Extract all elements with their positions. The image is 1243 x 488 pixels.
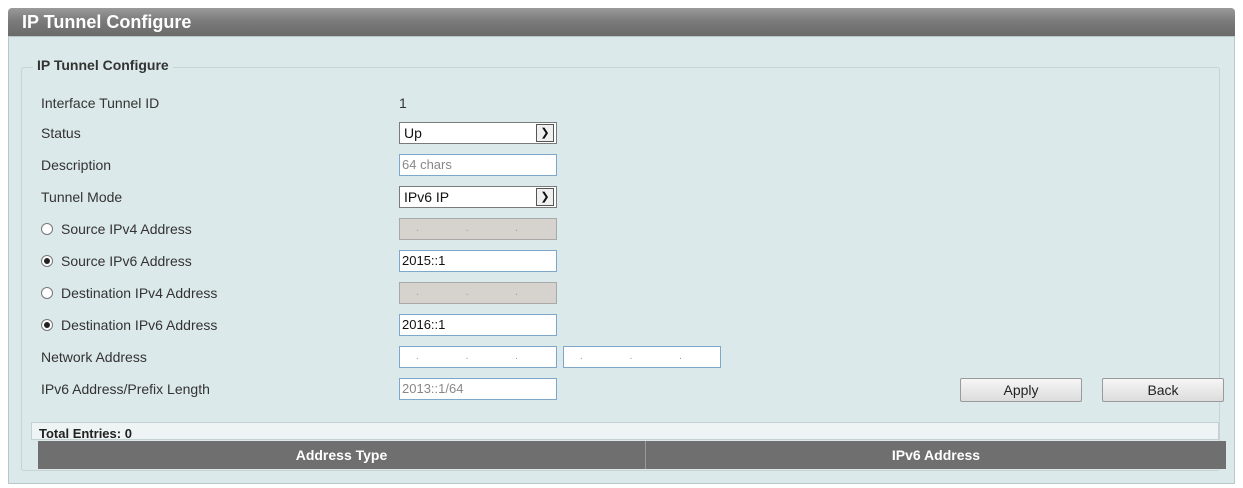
total-entries: Total Entries: 0 bbox=[39, 426, 132, 441]
back-button[interactable]: Back bbox=[1102, 378, 1224, 402]
status-select[interactable]: Up ❯ bbox=[399, 122, 557, 144]
config-fieldset bbox=[21, 67, 1220, 471]
destination-ipv4-input[interactable]: . . . bbox=[399, 282, 557, 304]
chevron-down-icon: ❯ bbox=[536, 124, 554, 142]
destination-ipv4-value: . . . bbox=[416, 287, 540, 298]
source-ipv6-radio[interactable] bbox=[41, 255, 53, 267]
destination-ipv6-label: Destination IPv6 Address bbox=[61, 317, 218, 333]
source-ipv6-label: Source IPv6 Address bbox=[61, 253, 192, 269]
table-header-address-type: Address Type bbox=[38, 441, 646, 469]
source-ipv4-radio[interactable] bbox=[41, 223, 53, 235]
tunnel-mode-select[interactable]: IPv6 IP ❯ bbox=[399, 186, 557, 208]
main-panel: IP Tunnel Configure Interface Tunnel ID … bbox=[8, 36, 1235, 484]
title-bar: IP Tunnel Configure bbox=[8, 8, 1235, 36]
network-mask-value: . . . bbox=[580, 351, 704, 362]
description-input[interactable]: 64 chars bbox=[399, 154, 557, 176]
network-address-value: . . . bbox=[416, 351, 540, 362]
interface-tunnel-id-value: 1 bbox=[399, 95, 407, 111]
chevron-down-icon: ❯ bbox=[536, 188, 554, 206]
tunnel-mode-select-value: IPv6 IP bbox=[404, 189, 450, 205]
ipv6-prefix-label: IPv6 Address/Prefix Length bbox=[41, 381, 210, 397]
source-ipv4-input[interactable]: . . . bbox=[399, 218, 557, 240]
source-ipv4-label: Source IPv4 Address bbox=[61, 221, 192, 237]
status-select-value: Up bbox=[404, 125, 422, 141]
destination-ipv4-radio[interactable] bbox=[41, 287, 53, 299]
ipv6-prefix-input[interactable]: 2013::1/64 bbox=[399, 378, 557, 400]
entries-bar bbox=[31, 422, 1219, 440]
destination-ipv6-input[interactable]: 2016::1 bbox=[399, 314, 557, 336]
tunnel-mode-label: Tunnel Mode bbox=[41, 189, 123, 205]
network-address-input[interactable]: . . . bbox=[399, 346, 557, 368]
destination-ipv4-label: Destination IPv4 Address bbox=[61, 285, 218, 301]
table-header-ipv6-address: IPv6 Address bbox=[646, 441, 1226, 469]
description-label: Description bbox=[41, 157, 112, 173]
status-label: Status bbox=[41, 125, 81, 141]
section-legend: IP Tunnel Configure bbox=[33, 57, 173, 73]
destination-ipv6-radio[interactable] bbox=[41, 319, 53, 331]
network-mask-input[interactable]: . . . bbox=[563, 346, 721, 368]
network-address-label: Network Address bbox=[41, 349, 147, 365]
page-title: IP Tunnel Configure bbox=[22, 12, 192, 32]
source-ipv4-value: . . . bbox=[416, 223, 540, 234]
source-ipv6-input[interactable]: 2015::1 bbox=[399, 250, 557, 272]
interface-tunnel-id-label: Interface Tunnel ID bbox=[41, 95, 160, 111]
apply-button[interactable]: Apply bbox=[960, 378, 1082, 402]
